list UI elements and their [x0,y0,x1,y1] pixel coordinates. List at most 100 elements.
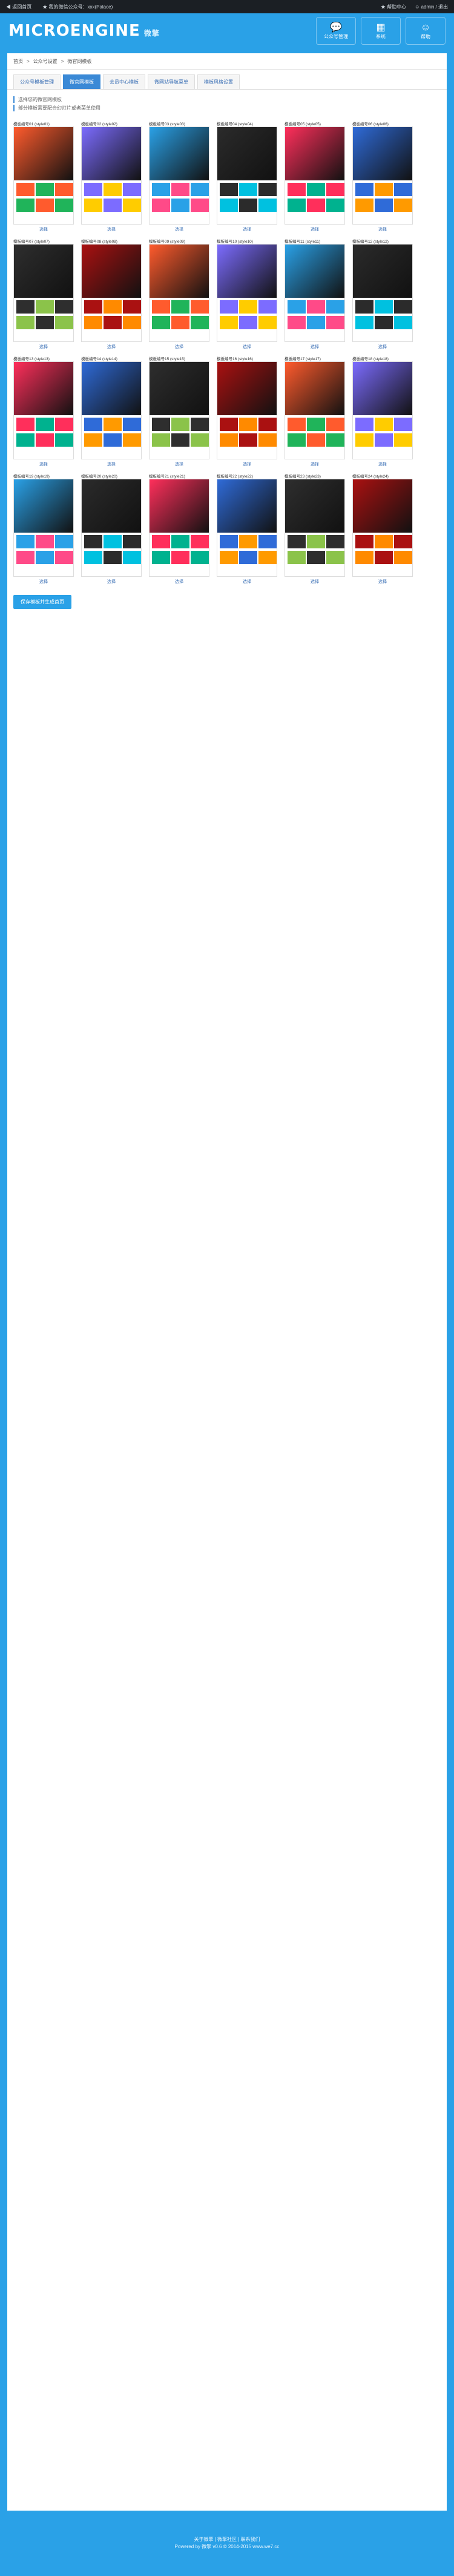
template-thumbnail[interactable] [149,244,209,342]
help-link[interactable]: ★ 帮助中心 [381,4,406,10]
nav-button-accounts[interactable]: 💬 公众号管理 [316,17,356,45]
template-card[interactable]: 模板编号09 (style09) 选择 [149,238,209,349]
breadcrumb-2[interactable]: 公众号设置 [33,58,58,65]
template-thumbnail[interactable] [13,361,74,459]
template-card[interactable]: 模板编号15 (style15) 选择 [149,355,209,467]
template-tile [220,199,238,212]
template-thumbnail[interactable] [81,126,142,225]
template-preview-image [353,479,412,533]
template-thumbnail[interactable] [81,361,142,459]
template-card[interactable]: 模板编号01 (style01) 选择 [13,120,74,232]
template-preview-image [285,245,344,298]
template-thumbnail[interactable] [13,479,74,577]
breadcrumb-1[interactable]: 首页 [13,58,23,65]
template-thumbnail[interactable] [352,244,413,342]
template-card[interactable]: 模板编号24 (style24) 选择 [352,473,413,584]
template-card[interactable]: 模板编号11 (style11) 选择 [285,238,345,349]
account-link[interactable]: ★ 我的微信公众号：xxx(Palace) [42,4,113,10]
select-template-button[interactable]: 选择 [107,226,116,232]
template-card[interactable]: 模板编号21 (style21) 选择 [149,473,209,584]
template-thumbnail[interactable] [13,244,74,342]
template-thumbnail[interactable] [285,361,345,459]
template-thumbnail[interactable] [285,126,345,225]
select-template-button[interactable]: 选择 [378,461,387,467]
template-card[interactable]: 模板编号02 (style02) 选择 [81,120,142,232]
select-template-button[interactable]: 选择 [311,461,319,467]
template-card[interactable]: 模板编号06 (style06) 选择 [352,120,413,232]
template-thumbnail[interactable] [81,479,142,577]
select-template-button[interactable]: 选择 [107,461,116,467]
select-template-button[interactable]: 选择 [378,579,387,585]
template-preview-image [14,479,73,533]
select-template-button[interactable]: 选择 [243,579,251,585]
template-card[interactable]: 模板编号12 (style12) 选择 [352,238,413,349]
template-thumbnail[interactable] [13,126,74,225]
template-card[interactable]: 模板编号05 (style05) 选择 [285,120,345,232]
select-template-button[interactable]: 选择 [39,226,48,232]
template-thumbnail[interactable] [285,244,345,342]
template-thumbnail[interactable] [217,126,277,225]
template-card[interactable]: 模板编号20 (style20) 选择 [81,473,142,584]
tab-1[interactable]: 公众号模板管理 [13,74,61,89]
template-tile [55,199,73,212]
logo[interactable]: MICROENGINE 微擎 [8,22,160,40]
nav-button-system[interactable]: ▦ 系统 [361,17,401,45]
template-tile [36,300,54,314]
template-card[interactable]: 模板编号23 (style23) 选择 [285,473,345,584]
tab-4[interactable]: 微网站导航菜单 [148,74,195,89]
template-thumbnail[interactable] [81,244,142,342]
select-template-button[interactable]: 选择 [107,344,116,350]
select-template-button[interactable]: 选择 [311,344,319,350]
select-template-button[interactable]: 选择 [39,461,48,467]
template-thumbnail[interactable] [217,244,277,342]
template-title: 模板编号13 (style13) [13,357,50,361]
tab-5[interactable]: 模板风格设置 [197,74,240,89]
tab-2[interactable]: 微官网模板 [63,74,100,89]
home-link[interactable]: ◀ 返回首页 [6,4,31,10]
template-thumbnail[interactable] [149,479,209,577]
nav-button-help[interactable]: ☺ 帮助 [406,17,446,45]
template-thumbnail[interactable] [149,361,209,459]
tab-3[interactable]: 会员中心模板 [103,74,145,89]
select-template-button[interactable]: 选择 [243,461,251,467]
template-thumbnail[interactable] [285,479,345,577]
template-thumbnail[interactable] [149,126,209,225]
template-thumbnail[interactable] [217,479,277,577]
template-thumbnail[interactable] [352,479,413,577]
template-card[interactable]: 模板编号13 (style13) 选择 [13,355,74,467]
select-template-button[interactable]: 选择 [243,226,251,232]
template-card[interactable]: 模板编号16 (style16) 选择 [217,355,277,467]
template-card[interactable]: 模板编号18 (style18) 选择 [352,355,413,467]
template-card[interactable]: 模板编号10 (style10) 选择 [217,238,277,349]
template-card[interactable]: 模板编号04 (style04) 选择 [217,120,277,232]
template-thumbnail[interactable] [217,361,277,459]
template-card[interactable]: 模板编号07 (style07) 选择 [13,238,74,349]
template-thumbnail[interactable] [352,126,413,225]
template-preview-image [150,245,209,298]
select-template-button[interactable]: 选择 [311,226,319,232]
user-link[interactable]: ☺ admin / 退出 [415,4,448,10]
footer-copyright: Powered by 微擎 v0.6 © 2014-2015 www.we7.c… [174,2544,280,2549]
template-card[interactable]: 模板编号22 (style22) 选择 [217,473,277,584]
select-template-button[interactable]: 选择 [175,344,183,350]
template-thumbnail[interactable] [352,361,413,459]
select-template-button[interactable]: 选择 [107,579,116,585]
footer-links[interactable]: 关于微擎 | 微擎社区 | 联系我们 [0,2536,454,2543]
template-card[interactable]: 模板编号17 (style17) 选择 [285,355,345,467]
select-template-button[interactable]: 选择 [175,226,183,232]
select-template-button[interactable]: 选择 [175,461,183,467]
select-template-button[interactable]: 选择 [378,226,387,232]
template-card[interactable]: 模板编号19 (style19) 选择 [13,473,74,584]
select-template-button[interactable]: 选择 [378,344,387,350]
select-template-button[interactable]: 选择 [311,579,319,585]
template-card[interactable]: 模板编号14 (style14) 选择 [81,355,142,467]
template-tile [326,300,344,314]
select-template-button[interactable]: 选择 [39,344,48,350]
select-template-button[interactable]: 选择 [175,579,183,585]
save-button[interactable]: 保存模板并生成首页 [13,595,71,609]
select-template-button[interactable]: 选择 [243,344,251,350]
select-template-button[interactable]: 选择 [39,579,48,585]
template-card[interactable]: 模板编号03 (style03) 选择 [149,120,209,232]
template-title: 模板编号05 (style05) [285,122,321,126]
template-card[interactable]: 模板编号08 (style08) 选择 [81,238,142,349]
